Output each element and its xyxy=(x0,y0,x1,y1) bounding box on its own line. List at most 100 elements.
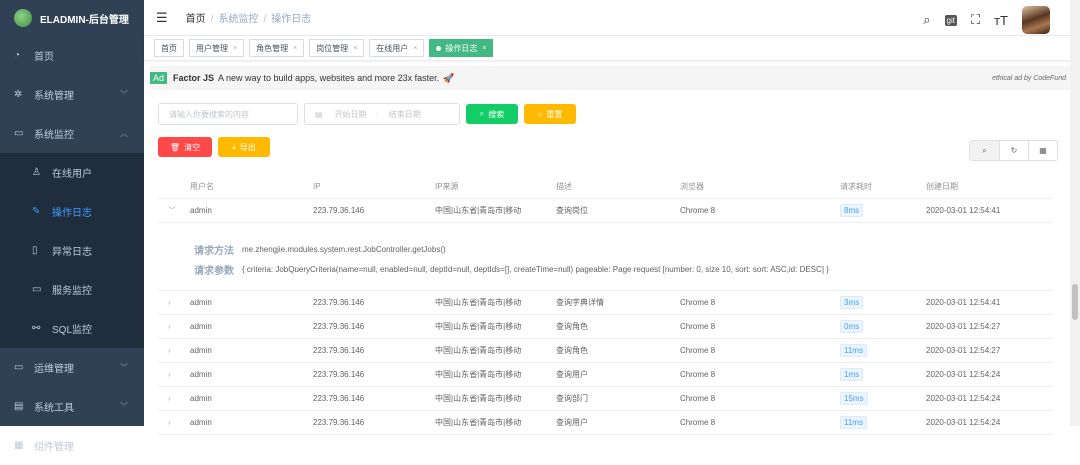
column-header[interactable]: 浏览器 xyxy=(680,181,840,192)
sidebar-item-online-users[interactable]: ♙ 在线用户 xyxy=(0,153,144,192)
ad-banner[interactable]: Ad Factor JS A new way to build apps, we… xyxy=(150,66,1074,90)
chevron-right-icon[interactable]: › xyxy=(158,322,190,331)
scrollbar-thumb[interactable] xyxy=(1072,284,1078,320)
search-icon[interactable]: ⌕ xyxy=(923,12,930,28)
search-icon: ⌕ xyxy=(479,109,485,118)
cell: admin xyxy=(190,346,212,355)
tag-label: 操作日志 xyxy=(445,43,478,53)
table-row[interactable]: › admin 223.79.36.146 中国|山东省|青岛市|移动 查询部门 Chro… xyxy=(158,387,1052,411)
sidebar-item-home[interactable]: ◔ 首页 xyxy=(0,36,144,75)
column-header[interactable]: 描述 xyxy=(556,181,680,192)
toolbox-icon: ▤ xyxy=(14,401,24,412)
chevron-right-icon[interactable]: › xyxy=(158,346,190,355)
cell: 查询字典详情 xyxy=(556,298,604,307)
cell: 8ms xyxy=(840,204,926,217)
cell: Chrome 8 xyxy=(680,298,716,307)
search-button[interactable]: ⌕ 搜索 xyxy=(466,104,518,124)
clear-button[interactable]: 🗑 清空 xyxy=(158,137,212,157)
monitor-icon: ▭ xyxy=(14,128,24,139)
ad-credit[interactable]: ethical ad by CodeFund xyxy=(992,75,1066,82)
sidebar-item-operation-log[interactable]: ✎ 操作日志 xyxy=(0,192,144,231)
tags-view: 首页 用户管理 × 角色管理 × 岗位管理 × 在线用户 × 操作日志 × xyxy=(144,36,1080,60)
tag-item[interactable]: 岗位管理 × xyxy=(309,39,365,57)
toggle-search-icon[interactable]: ⌕ xyxy=(970,141,999,160)
close-icon[interactable]: × xyxy=(233,45,237,52)
tag-label: 岗位管理 xyxy=(316,43,349,53)
sidebar-item-ops[interactable]: ▭ 运维管理 ﹀ xyxy=(0,348,144,387)
column-header[interactable]: 创建日期 xyxy=(926,181,1046,192)
end-date[interactable]: 结束日期 xyxy=(389,109,421,120)
column-header[interactable]: IP xyxy=(313,182,435,191)
tag-item[interactable]: 首页 xyxy=(154,39,184,57)
hamburger-icon[interactable]: ☰ xyxy=(156,10,168,26)
chevron-right-icon[interactable]: › xyxy=(158,298,190,307)
avatar[interactable] xyxy=(1022,6,1050,34)
sidebar-item-tools[interactable]: ▤ 系统工具 ﹀ xyxy=(0,387,144,426)
column-header[interactable]: 请求耗时 xyxy=(840,181,926,192)
tag-item[interactable]: 在线用户 × xyxy=(369,39,425,57)
table-row[interactable]: › admin 223.79.36.146 中国|山东省|青岛市|移动 查询角色 Chro… xyxy=(158,315,1052,339)
sidebar-item-sql-monitor[interactable]: ⚯ SQL监控 xyxy=(0,309,144,348)
chevron-down-icon[interactable]: ﹀ xyxy=(158,205,190,216)
cell: Chrome 8 xyxy=(680,206,716,215)
sidebar-item-monitor[interactable]: ▭ 系统监控 ︿ xyxy=(0,114,144,153)
breadcrumb-home[interactable]: 首页 xyxy=(186,14,206,25)
cell: 223.79.36.146 xyxy=(313,298,365,307)
cell: admin xyxy=(190,298,212,307)
table-row[interactable]: › admin 223.79.36.146 中国|山东省|青岛市|移动 查询字典详情 Ch… xyxy=(158,291,1052,315)
time-badge: 0ms xyxy=(840,320,864,333)
start-date[interactable]: 开始日期 xyxy=(335,109,367,120)
export-button[interactable]: ⤓ 导出 xyxy=(218,137,270,157)
column-header[interactable]: 用户名 xyxy=(190,181,313,192)
active-dot xyxy=(436,45,442,51)
breadcrumb-current: 操作日志 xyxy=(271,14,312,25)
sidebar-item-system[interactable]: ✲ 系统管理 ﹀ xyxy=(0,75,144,114)
tag-item[interactable]: 角色管理 × xyxy=(249,39,305,57)
columns-icon[interactable]: ▦ xyxy=(1028,141,1057,160)
placeholder: 请输入你要搜索的内容 xyxy=(169,109,249,119)
table-row[interactable]: › admin 223.79.36.146 中国|山东省|青岛市|移动 查询角色 Chro… xyxy=(158,339,1052,363)
chevron-up-icon: ︿ xyxy=(120,129,128,138)
chevron-right-icon[interactable]: › xyxy=(158,370,190,379)
chevron-right-icon[interactable]: › xyxy=(158,394,190,403)
download-icon: ⤓ xyxy=(232,142,236,151)
sidebar-item-components[interactable]: ▦ 组件管理 xyxy=(0,426,144,465)
cell: 2020-03-01 12:54:24 xyxy=(926,394,1001,403)
table-tools: ⌕ ↻ ▦ xyxy=(969,140,1058,161)
table-row[interactable]: › admin 223.79.36.146 中国|山东省|青岛市|移动 查询用户 Chro… xyxy=(158,411,1052,435)
date-range-input[interactable]: ▤ 开始日期: 结束日期 xyxy=(304,103,460,125)
sidebar-item-server-monitor[interactable]: ▭ 服务监控 xyxy=(0,270,144,309)
logo-icon xyxy=(14,9,32,27)
close-icon[interactable]: × xyxy=(482,45,486,52)
tag-label: 角色管理 xyxy=(256,43,289,53)
cell: 223.79.36.146 xyxy=(313,322,365,331)
reset-icon: ○ xyxy=(537,109,543,119)
tag-item[interactable]: 用户管理 × xyxy=(189,39,245,57)
app-title: ELADMIN-后台管理 xyxy=(40,14,129,26)
scrollbar[interactable] xyxy=(1070,0,1080,426)
close-icon[interactable]: × xyxy=(353,45,357,52)
search-input[interactable]: 请输入你要搜索的内容 xyxy=(158,103,298,125)
table-row[interactable]: ﹀ admin 223.79.36.146 中国|山东省|青岛市|移动 查询岗位 Chro… xyxy=(158,199,1052,223)
params-value: { criteria: JobQueryCriteria(name=null, … xyxy=(242,264,829,274)
cell: admin xyxy=(190,206,212,215)
logo[interactable]: ELADMIN-后台管理 xyxy=(0,0,144,36)
column-header[interactable]: IP来源 xyxy=(435,181,556,192)
reset-button[interactable]: ○ 重置 xyxy=(524,104,576,124)
sql-icon: ⚯ xyxy=(32,323,41,334)
sidebar-item-error-log[interactable]: ▯ 异常日志 xyxy=(0,231,144,270)
cell: Chrome 8 xyxy=(680,322,716,331)
cell: admin xyxy=(190,370,212,379)
git-icon[interactable]: git xyxy=(944,14,957,26)
close-icon[interactable]: × xyxy=(293,45,297,52)
refresh-icon[interactable]: ↻ xyxy=(999,141,1028,160)
tag-item[interactable]: 操作日志 × xyxy=(429,39,494,57)
table-row[interactable]: › admin 223.79.36.146 中国|山东省|青岛市|移动 查询用户 Chro… xyxy=(158,363,1052,387)
fullscreen-icon[interactable]: ⛶ xyxy=(971,12,980,28)
font-size-icon[interactable]: ᴛT xyxy=(994,13,1008,28)
label: 清空 xyxy=(184,142,201,152)
sidebar: ELADMIN-后台管理 ◔ 首页 ✲ 系统管理 ﹀ ▭ 系统监控 ︿ ♙ 在线用户 ✎ 操作… xyxy=(0,0,144,453)
close-icon[interactable]: × xyxy=(413,45,417,52)
label: 首页 xyxy=(34,52,54,63)
ad-brand: Factor JS xyxy=(173,73,215,83)
